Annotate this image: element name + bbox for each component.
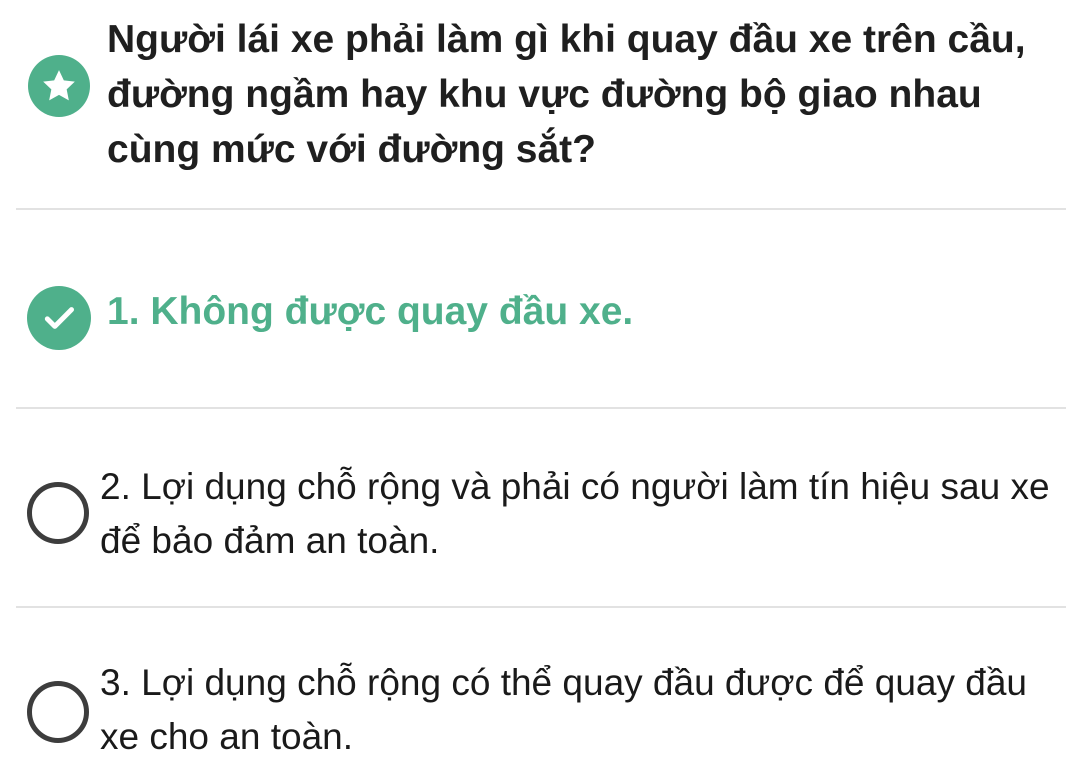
- answer-label: 3. Lợi dụng chỗ rộng có thể quay đầu đượ…: [100, 662, 1028, 757]
- radio-icon[interactable]: [27, 681, 89, 743]
- question-block: Người lái xe phải làm gì khi quay đầu xe…: [0, 0, 1079, 208]
- answer-label: 1. Không được quay đầu xe.: [107, 290, 634, 333]
- answer-option-1[interactable]: 1. Không được quay đầu xe.: [0, 210, 1079, 407]
- radio-icon[interactable]: [27, 482, 89, 544]
- question-text: Người lái xe phải làm gì khi quay đầu xe…: [107, 18, 1026, 171]
- check-icon: [27, 286, 91, 350]
- answer-option-2[interactable]: 2. Lợi dụng chỗ rộng và phải có người là…: [0, 409, 1079, 606]
- answer-option-3[interactable]: 3. Lợi dụng chỗ rộng có thể quay đầu đượ…: [0, 608, 1079, 780]
- star-icon[interactable]: [28, 55, 90, 117]
- answer-label: 2. Lợi dụng chỗ rộng và phải có người là…: [100, 466, 1050, 561]
